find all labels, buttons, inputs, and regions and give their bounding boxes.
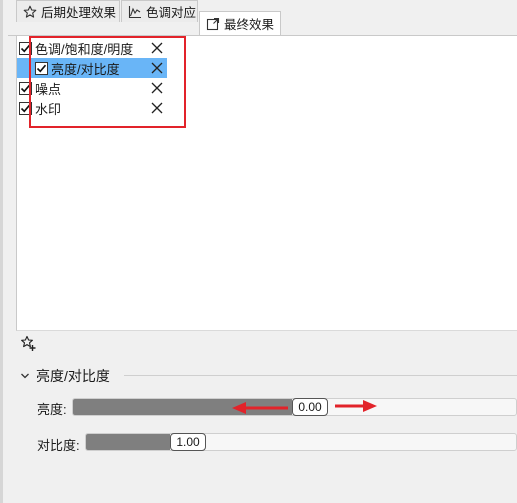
contrast-value[interactable]: 1.00 — [170, 433, 206, 451]
window-edge — [0, 0, 3, 503]
contrast-slider[interactable]: 1.00 — [85, 433, 517, 451]
tab-label: 最终效果 — [224, 18, 275, 32]
arrow-right-icon — [335, 400, 377, 412]
section-title: 亮度/对比度 — [36, 368, 110, 384]
contrast-label: 对比度: — [37, 438, 80, 453]
chevron-down-icon[interactable] — [20, 369, 30, 384]
brightness-label: 亮度: — [37, 402, 67, 417]
arrow-left-icon — [232, 402, 288, 414]
tab-final-effects[interactable]: 最终效果 — [199, 11, 281, 35]
tab-label: 后期处理效果 — [41, 6, 117, 20]
star-icon — [23, 4, 37, 20]
section-divider — [124, 375, 517, 376]
tab-tone-mapping[interactable]: 色调对应 — [121, 0, 198, 22]
star-plus-icon — [21, 335, 36, 351]
curve-chart-icon — [128, 4, 142, 20]
section-header[interactable]: 亮度/对比度 — [20, 366, 110, 386]
tab-post-processing[interactable]: 后期处理效果 — [16, 0, 120, 22]
brightness-value[interactable]: 0.00 — [292, 398, 328, 416]
export-icon — [206, 16, 220, 32]
slider-fill — [86, 434, 170, 450]
add-effect-button[interactable] — [20, 335, 37, 352]
brightness-slider[interactable]: 0.00 — [72, 398, 517, 416]
highlight-box — [29, 36, 186, 128]
tab-label: 色调对应 — [146, 6, 197, 20]
